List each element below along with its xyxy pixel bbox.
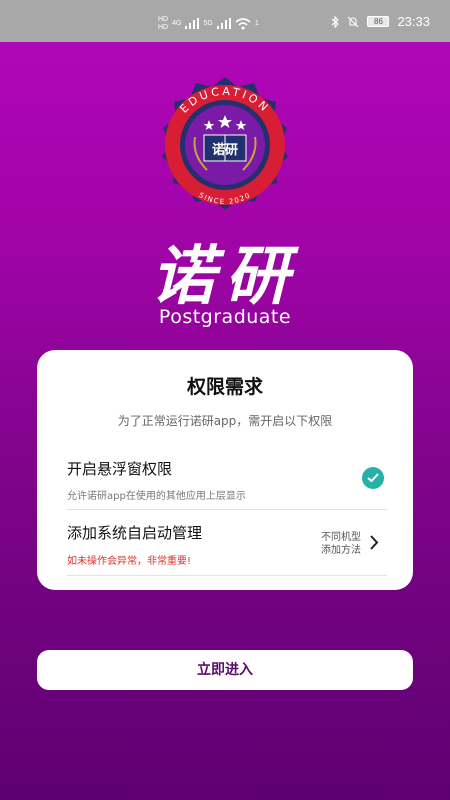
system-indicators: 86 23:33 [331,14,430,29]
device-method-hint[interactable]: 不同机型 添加方法 [321,531,361,557]
hd-badges: HD HD [158,16,168,31]
hint-line-1: 不同机型 [321,532,361,543]
card-title: 权限需求 [186,376,263,398]
permission-item-overlay[interactable]: 开启悬浮窗权限 允许诺研app在使用的其他应用上层显示 [67,458,387,510]
permission-item-title: 添加系统自启动管理 [67,524,203,542]
hd-badge-1: HD [158,16,169,23]
network-type-1: 4G [172,20,182,27]
hint-line-2: 添加方法 [321,545,361,556]
education-logo: EDUCATION SINCE 2020 诺研 [132,75,318,221]
battery-indicator: 86 [367,16,390,27]
check-circle-icon[interactable] [362,467,384,489]
status-bar: HD HD 4G 5G 1 86 23:33 [0,0,450,42]
signal-bars-icon [185,18,200,29]
logo-book-text: 诺研 [212,142,238,158]
hd-badge-2: HD [158,24,169,31]
brand-name-english: Postgraduate [158,306,292,328]
network-type-2: 5G [203,20,213,27]
wifi-badge: 1 [254,20,259,27]
wifi-icon [235,17,251,29]
permission-item-desc: 允许诺研app在使用的其他应用上层显示 [67,491,246,502]
mute-bell-icon [348,16,359,27]
bluetooth-icon [332,15,340,28]
permission-item-title: 开启悬浮窗权限 [67,460,173,478]
logo-badge-graphic: EDUCATION SINCE 2020 诺研 [162,77,288,210]
card-subtitle: 为了正常运行诺研app，需开启以下权限 [117,414,333,428]
clock: 23:33 [397,14,430,29]
permission-item-warning: 如未操作会异常，非常重要! [67,556,192,567]
permission-card: 权限需求 为了正常运行诺研app，需开启以下权限 开启悬浮窗权限 允许诺研app… [37,350,413,590]
enter-now-button[interactable]: 立即进入 [37,650,413,690]
signal-bars-2-icon [216,18,231,29]
signal-indicators: HD HD 4G 5G 1 [158,16,259,31]
brand-name-chinese: 诺研 [151,239,299,314]
chevron-right-icon[interactable] [370,535,379,550]
permission-item-autostart[interactable]: 添加系统自启动管理 如未操作会异常，非常重要! 不同机型 添加方法 [67,522,387,576]
